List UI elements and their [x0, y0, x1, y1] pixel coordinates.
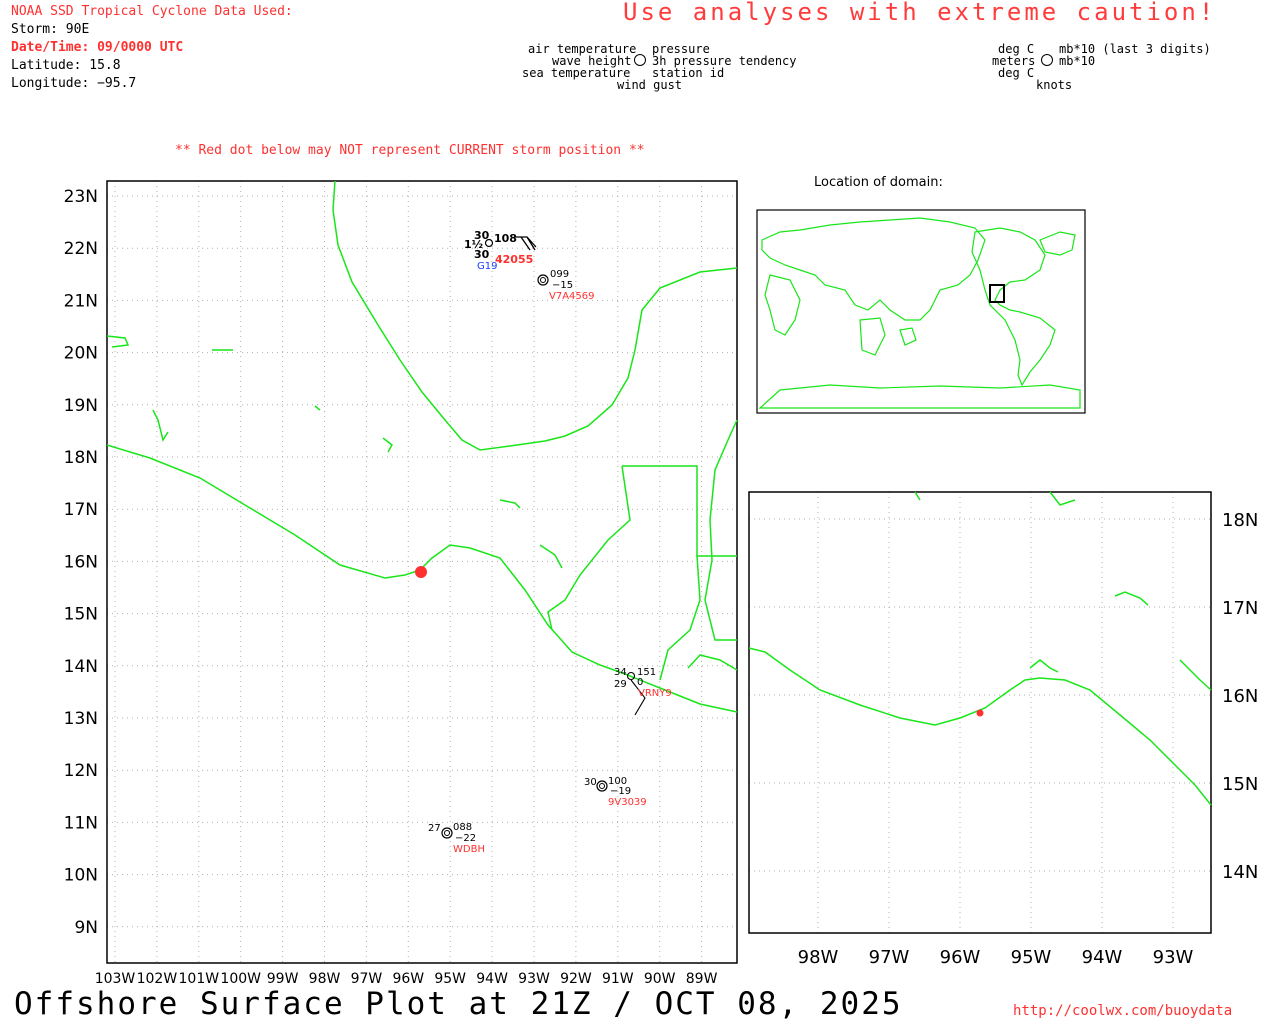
- station-42055-id: 42055: [495, 253, 533, 266]
- station-wdbh-air: 27: [428, 823, 441, 834]
- zoom-lat-label: 18N: [1222, 510, 1258, 531]
- main-lon-label: 95W: [434, 971, 466, 987]
- main-lat-label: 17N: [64, 500, 98, 520]
- zoom-lat-label: 17N: [1222, 598, 1258, 619]
- station-42055: 30 1½ 108 30 42055 G19: [464, 229, 537, 272]
- station-wdbh-tendency: −22: [455, 833, 476, 844]
- main-lon-label: 97W: [351, 971, 383, 987]
- station-vrny9-id: VRNY9: [638, 688, 672, 699]
- main-lat-label: 23N: [64, 187, 98, 207]
- main-lon-label: 99W: [267, 971, 299, 987]
- zoom-lon-labels: 98W 97W 96W 95W 94W 93W: [798, 947, 1194, 968]
- main-lon-label: 94W: [476, 971, 508, 987]
- zoom-lat-label: 14N: [1222, 862, 1258, 883]
- zoom-lon-label: 95W: [1011, 947, 1052, 968]
- main-lon-label: 91W: [602, 971, 634, 987]
- station-wdbh: 27 088 −22 WDBH: [428, 822, 485, 855]
- main-lat-label: 9N: [74, 918, 98, 938]
- yucatan-east-coast: [704, 419, 738, 641]
- coastlines: [106, 180, 738, 713]
- zoom-lon-label: 97W: [869, 947, 910, 968]
- zoom-lon-label: 93W: [1153, 947, 1194, 968]
- main-lat-label: 13N: [64, 709, 98, 729]
- gulf-of-fonseca: [687, 654, 738, 671]
- station-42055-sea: 30: [474, 248, 490, 261]
- zoom-lon-label: 98W: [798, 947, 839, 968]
- main-lat-label: 12N: [64, 761, 98, 781]
- zoom-lon-label: 96W: [940, 947, 981, 968]
- station-vrny9-sea: 29: [614, 679, 627, 690]
- source-url-link[interactable]: http://coolwx.com/buoydata: [1013, 1003, 1232, 1019]
- plot-title: Offshore Surface Plot at 21Z / OCT 08, 2…: [14, 986, 903, 1022]
- main-lat-label: 14N: [64, 657, 98, 677]
- main-lat-label: 21N: [64, 291, 98, 311]
- main-lat-label: 19N: [64, 396, 98, 416]
- main-lat-labels: 23N 22N 21N 20N 19N 18N 17N 16N 15N 14N 13N 12N 11N 1…: [64, 187, 98, 938]
- zoom-lon-label: 94W: [1082, 947, 1123, 968]
- main-lat-label: 11N: [64, 813, 98, 833]
- station-v7a4569-id: V7A4569: [549, 291, 595, 302]
- station-vrny9-air: 34: [614, 667, 627, 678]
- main-lon-label: 93W: [518, 971, 550, 987]
- main-map: 23N 22N 21N 20N 19N 18N 17N 16N 15N 14N 13N 12N 11N 1…: [64, 175, 1259, 987]
- border-mexico-guatemala: [547, 465, 631, 631]
- main-lon-label: 101W: [179, 971, 220, 987]
- main-lon-label: 103W: [95, 971, 136, 987]
- main-lon-label: 102W: [137, 971, 178, 987]
- main-lat-label: 22N: [64, 239, 98, 259]
- station-9v3039-id: 9V3039: [608, 797, 647, 808]
- storm-position-dot: [415, 566, 427, 578]
- station-9v3039-tendency: −19: [610, 786, 631, 797]
- main-lon-label: 98W: [309, 971, 341, 987]
- main-lat-label: 20N: [64, 344, 98, 364]
- main-lon-labels: 103W 102W 101W 100W 99W 98W 97W 96W 95W 94W 93W 92W…: [95, 971, 718, 987]
- main-lon-label: 90W: [644, 971, 676, 987]
- zoom-storm-dot: [976, 709, 984, 717]
- station-42055-gust: G19: [477, 261, 497, 272]
- zoom-coastline: [748, 491, 1212, 806]
- gulf-coastline: [332, 180, 738, 451]
- main-lon-label: 100W: [220, 971, 261, 987]
- station-wdbh-id: WDBH: [453, 844, 485, 855]
- main-lon-label: 92W: [560, 971, 592, 987]
- main-lon-label: 89W: [686, 971, 718, 987]
- zoom-lat-labels: 18N 17N 16N 15N 14N: [1222, 510, 1258, 883]
- station-vrny9: 34 151 29 0 VRNY9: [614, 667, 672, 716]
- main-lon-label: 96W: [392, 971, 424, 987]
- border-guatemala-north: [622, 465, 737, 557]
- station-wdbh-pressure: 088: [453, 822, 472, 833]
- main-lat-label: 10N: [64, 866, 98, 886]
- station-v7a4569-tendency: −15: [552, 280, 573, 291]
- station-v7a4569: 099 −15 V7A4569: [537, 269, 595, 302]
- main-lat-label: 18N: [64, 448, 98, 468]
- main-lat-label: 16N: [64, 552, 98, 572]
- zoom-lat-label: 16N: [1222, 686, 1258, 707]
- main-lat-label: 15N: [64, 605, 98, 625]
- station-vrny9-tendency: 0: [637, 677, 643, 688]
- station-42055-pressure: 108: [494, 232, 517, 245]
- station-v7a4569-pressure: 099: [550, 269, 569, 280]
- station-9v3039-air: 30: [584, 777, 597, 788]
- station-9v3039: 30 100 −19 9V3039: [584, 776, 647, 808]
- zoom-lat-label: 15N: [1222, 774, 1258, 795]
- inset-title: Location of domain:: [814, 175, 943, 190]
